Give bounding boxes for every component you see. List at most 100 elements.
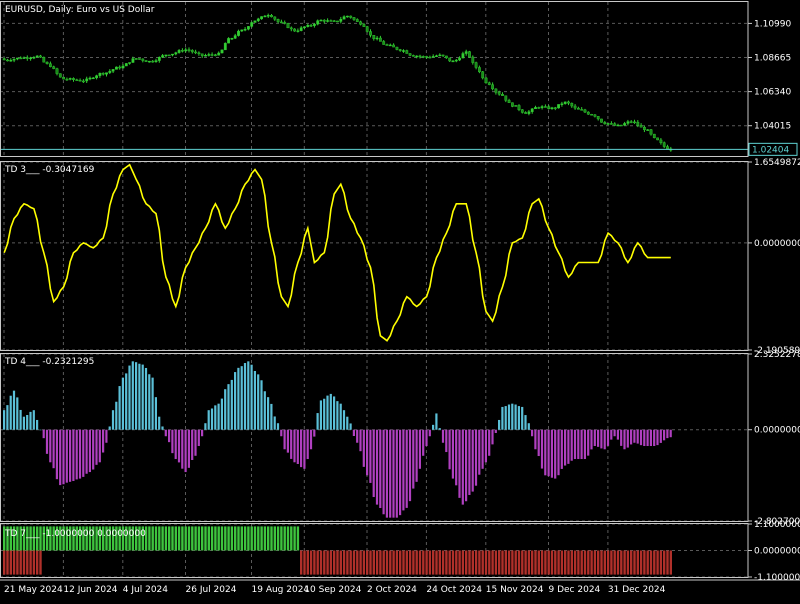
- td4-bar: [158, 416, 161, 430]
- td7-bar: [537, 550, 540, 575]
- candle: [445, 55, 448, 59]
- candle: [25, 57, 29, 59]
- td4-bar: [336, 401, 339, 430]
- td7-bar: [168, 526, 171, 551]
- td7-bar: [234, 526, 237, 551]
- candle: [408, 53, 412, 56]
- td7-bar: [484, 550, 488, 575]
- candle: [494, 88, 498, 93]
- td7-bar: [534, 550, 537, 575]
- candle: [88, 77, 92, 80]
- td7-bar: [187, 526, 191, 551]
- td4-bar: [540, 429, 544, 469]
- td7-bar: [573, 550, 577, 575]
- td4-bar: [570, 429, 573, 461]
- td4-bar: [78, 429, 82, 479]
- td4-bar: [319, 400, 322, 430]
- td7-bar: [29, 550, 32, 575]
- td4-bar: [422, 429, 425, 456]
- candle: [362, 24, 366, 27]
- td7-bar: [603, 550, 606, 575]
- td7-bar: [468, 550, 471, 575]
- td7-bar: [333, 550, 336, 575]
- candle: [388, 44, 392, 47]
- candle: [636, 121, 640, 126]
- candle: [395, 46, 399, 50]
- td7-bar: [379, 550, 382, 575]
- td4-bar: [121, 377, 124, 430]
- td7-bar: [342, 550, 346, 575]
- td7-bar: [349, 550, 352, 575]
- td4-bar: [643, 429, 646, 447]
- td4-bar: [260, 380, 263, 430]
- candle: [461, 53, 465, 59]
- candle: [652, 133, 656, 139]
- td7-bar: [432, 550, 435, 575]
- td7-bar: [372, 550, 375, 575]
- td7-bar: [201, 526, 204, 551]
- td4-bar: [39, 429, 42, 431]
- td7-bar: [191, 526, 194, 551]
- candle: [544, 106, 547, 108]
- x-tick-label: 19 Aug 2024: [252, 585, 310, 595]
- td7-bar: [527, 550, 531, 575]
- td7-bar: [669, 550, 672, 575]
- td7-bar: [524, 550, 527, 575]
- td7-bar: [389, 550, 392, 575]
- candle: [666, 146, 669, 150]
- candle: [629, 121, 633, 123]
- candle: [392, 44, 395, 48]
- td7-bar: [224, 526, 227, 551]
- td7-bar: [382, 550, 385, 575]
- candle: [514, 105, 518, 107]
- candle: [128, 62, 131, 64]
- candle: [573, 105, 577, 109]
- td7-bar: [280, 526, 283, 551]
- td7-bar: [329, 550, 333, 575]
- td4-bar: [613, 429, 616, 437]
- td7-bar: [237, 526, 240, 551]
- candle: [474, 62, 478, 68]
- candle: [111, 69, 115, 72]
- td7-bar: [554, 550, 557, 575]
- td4-bar: [494, 429, 497, 433]
- candle: [22, 57, 26, 59]
- td7-bar: [326, 550, 329, 575]
- td4-bar: [544, 429, 547, 476]
- td7-bar: [306, 550, 309, 575]
- td4-bar: [481, 429, 484, 469]
- td7-bar: [369, 550, 372, 575]
- candle: [72, 78, 75, 80]
- td4-bar: [606, 429, 610, 446]
- td7-bar: [441, 550, 445, 575]
- td7-bar: [303, 550, 306, 575]
- td4-bar: [72, 429, 75, 481]
- td4-bar: [531, 429, 534, 437]
- td7-bar: [418, 550, 422, 575]
- td4-bar: [656, 429, 659, 446]
- td4-bar: [135, 362, 138, 430]
- td4-bar: [6, 405, 9, 430]
- td7-bar: [507, 550, 511, 575]
- td7-bar: [293, 526, 296, 551]
- candle: [39, 55, 42, 58]
- td4-bar: [369, 429, 372, 483]
- chart-window[interactable]: 1.02404 21 May 2024 12 Jun 2024 4 Jul 2024…: [0, 0, 800, 600]
- td4-bar: [171, 429, 174, 454]
- y-tick-label: 1.1000000: [754, 520, 800, 530]
- td7-bar: [309, 550, 313, 575]
- candle: [233, 35, 237, 39]
- candle: [108, 70, 112, 73]
- candle: [68, 78, 72, 80]
- candle: [276, 19, 280, 23]
- candle: [346, 15, 349, 18]
- chart-canvas[interactable]: 1.02404 21 May 2024 12 Jun 2024 4 Jul 2024…: [0, 0, 800, 600]
- td4-bar: [220, 398, 223, 430]
- td7-bar: [587, 550, 590, 575]
- candle: [557, 104, 561, 109]
- td4-bar: [3, 410, 6, 430]
- td4-bar: [36, 419, 39, 430]
- td4-bar: [148, 374, 151, 430]
- candle: [342, 16, 346, 20]
- td7-bar: [448, 550, 451, 575]
